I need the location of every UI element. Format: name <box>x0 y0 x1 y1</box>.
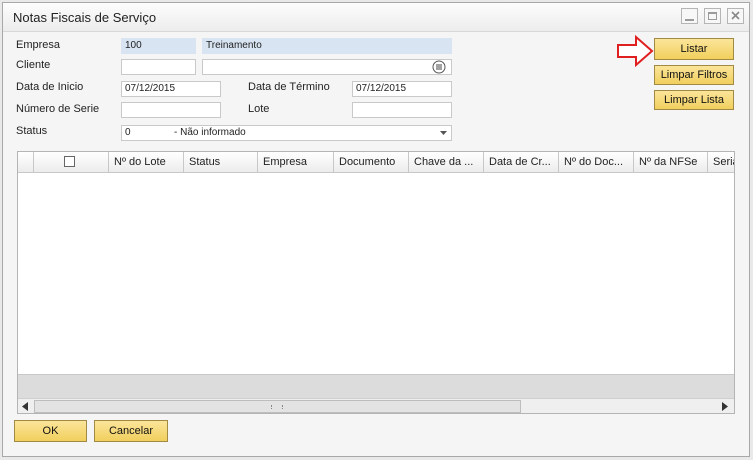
cliente-code-field[interactable] <box>121 59 196 75</box>
numero-serie-label: Número de Serie <box>16 103 100 115</box>
col-data-criacao[interactable]: Data de Cr... <box>484 152 559 172</box>
col-num-nfse[interactable]: Nº da NFSe <box>634 152 708 172</box>
status-text: - Não informado <box>174 127 246 138</box>
listar-button[interactable]: Listar <box>654 38 734 60</box>
chevron-down-icon <box>440 131 447 135</box>
cancelar-button[interactable]: Cancelar <box>94 420 168 442</box>
list-choose-icon[interactable] <box>432 60 446 74</box>
data-termino-field[interactable]: 07/12/2015 <box>352 81 452 97</box>
col-serie[interactable]: Seria <box>708 152 734 172</box>
red-arrow-icon <box>617 35 654 67</box>
status-select[interactable]: 0 - Não informado <box>121 125 452 141</box>
maximize-button[interactable] <box>704 8 721 24</box>
empresa-code-field: 100 <box>121 38 196 54</box>
data-inicio-field[interactable]: 07/12/2015 <box>121 81 221 97</box>
ok-button[interactable]: OK <box>14 420 87 442</box>
select-all-cell <box>34 152 109 172</box>
grid-header: Nº do Lote Status Empresa Documento Chav… <box>18 152 734 173</box>
status-code: 0 <box>125 127 131 138</box>
data-termino-label: Data de Término <box>248 81 330 93</box>
status-label: Status <box>16 125 48 137</box>
close-button[interactable] <box>727 8 744 24</box>
grid-footer <box>18 374 734 399</box>
minimize-icon <box>685 19 694 21</box>
col-chave[interactable]: Chave da ... <box>409 152 484 172</box>
empresa-label: Empresa <box>16 39 61 51</box>
numero-serie-field[interactable] <box>121 102 221 118</box>
limpar-lista-button[interactable]: Limpar Lista <box>654 90 734 110</box>
minimize-button[interactable] <box>681 8 698 24</box>
row-selector-header <box>18 152 34 172</box>
select-all-checkbox[interactable] <box>64 156 75 167</box>
col-lote[interactable]: Nº do Lote <box>109 152 184 172</box>
cliente-label: Cliente <box>16 59 51 71</box>
horizontal-scrollbar[interactable] <box>18 398 734 413</box>
close-icon <box>731 11 740 20</box>
results-grid[interactable]: Nº do Lote Status Empresa Documento Chav… <box>17 151 735 414</box>
lote-label: Lote <box>248 103 270 115</box>
grip-icon <box>271 405 283 409</box>
col-empresa[interactable]: Empresa <box>258 152 334 172</box>
scroll-thumb[interactable] <box>34 400 521 413</box>
cliente-name-field[interactable] <box>202 59 452 75</box>
lote-field[interactable] <box>352 102 452 118</box>
limpar-filtros-button[interactable]: Limpar Filtros <box>654 65 734 85</box>
scroll-left-icon[interactable] <box>21 402 29 411</box>
empresa-name-field: Treinamento <box>202 38 452 54</box>
col-num-documento[interactable]: Nº do Doc... <box>559 152 634 172</box>
dialog-window: Notas Fiscais de Serviço Empresa 100 Tre… <box>2 2 750 457</box>
col-documento[interactable]: Documento <box>334 152 409 172</box>
maximize-icon <box>708 12 717 20</box>
window-title: Notas Fiscais de Serviço <box>13 10 157 25</box>
col-status[interactable]: Status <box>184 152 258 172</box>
title-bar: Notas Fiscais de Serviço <box>3 3 749 32</box>
scroll-right-icon[interactable] <box>721 402 729 411</box>
data-inicio-label: Data de Inicio <box>16 81 84 93</box>
